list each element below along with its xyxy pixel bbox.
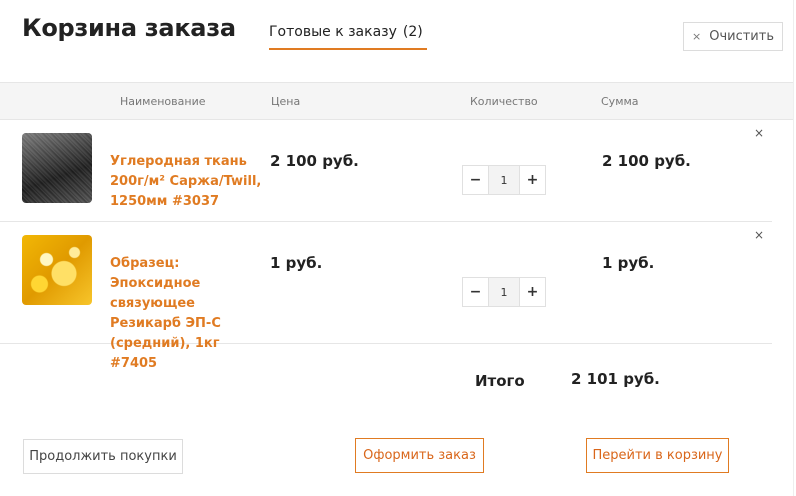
product-sum: 1 руб. [602, 254, 655, 272]
product-name-link[interactable]: Углеродная ткань 200г/м² Саржа/Twill, 12… [110, 152, 262, 212]
tab-ready-to-order[interactable]: Готовые к заказу (2) [269, 24, 427, 50]
increase-quantity-button[interactable]: + [520, 278, 545, 306]
checkout-button[interactable]: Оформить заказ [355, 438, 484, 473]
tab-count: (2) [402, 24, 423, 40]
quantity-stepper: − 1 + [462, 165, 546, 195]
quantity-input[interactable]: 1 [488, 278, 520, 306]
decrease-quantity-button[interactable]: − [463, 166, 488, 194]
table-row: Образец: Эпоксидное связующее Резикарб Э… [0, 222, 772, 371]
quantity-input[interactable]: 1 [488, 166, 520, 194]
divider [793, 0, 794, 496]
product-price: 2 100 руб. [270, 152, 359, 170]
column-header-name: Наименование [120, 95, 206, 108]
product-price: 1 руб. [270, 254, 323, 272]
clear-cart-button[interactable]: × Очистить [683, 22, 783, 51]
column-header-sum: Сумма [601, 95, 639, 108]
table-row: Углеродная ткань 200г/м² Саржа/Twill, 12… [0, 120, 772, 222]
remove-item-icon[interactable]: × [754, 228, 764, 242]
decrease-quantity-button[interactable]: − [463, 278, 488, 306]
total-value: 2 101 руб. [571, 370, 660, 388]
column-header-price: Цена [271, 95, 301, 108]
product-sum: 2 100 руб. [602, 152, 691, 170]
close-icon: × [692, 30, 702, 43]
remove-item-icon[interactable]: × [754, 126, 764, 140]
clear-label: Очистить [709, 29, 774, 44]
continue-shopping-button[interactable]: Продолжить покупки [23, 439, 183, 474]
go-to-cart-button[interactable]: Перейти в корзину [586, 438, 729, 473]
product-image[interactable] [22, 235, 92, 305]
tab-label: Готовые к заказу [269, 24, 397, 40]
table-header: Наименование Цена Количество Сумма [0, 82, 794, 120]
product-name-link[interactable]: Образец: Эпоксидное связующее Резикарб Э… [110, 254, 262, 374]
page-title: Корзина заказа [22, 14, 236, 42]
product-image[interactable] [22, 133, 92, 203]
quantity-stepper: − 1 + [462, 277, 546, 307]
total-label: Итого [475, 372, 525, 390]
increase-quantity-button[interactable]: + [520, 166, 545, 194]
column-header-quantity: Количество [470, 95, 538, 108]
